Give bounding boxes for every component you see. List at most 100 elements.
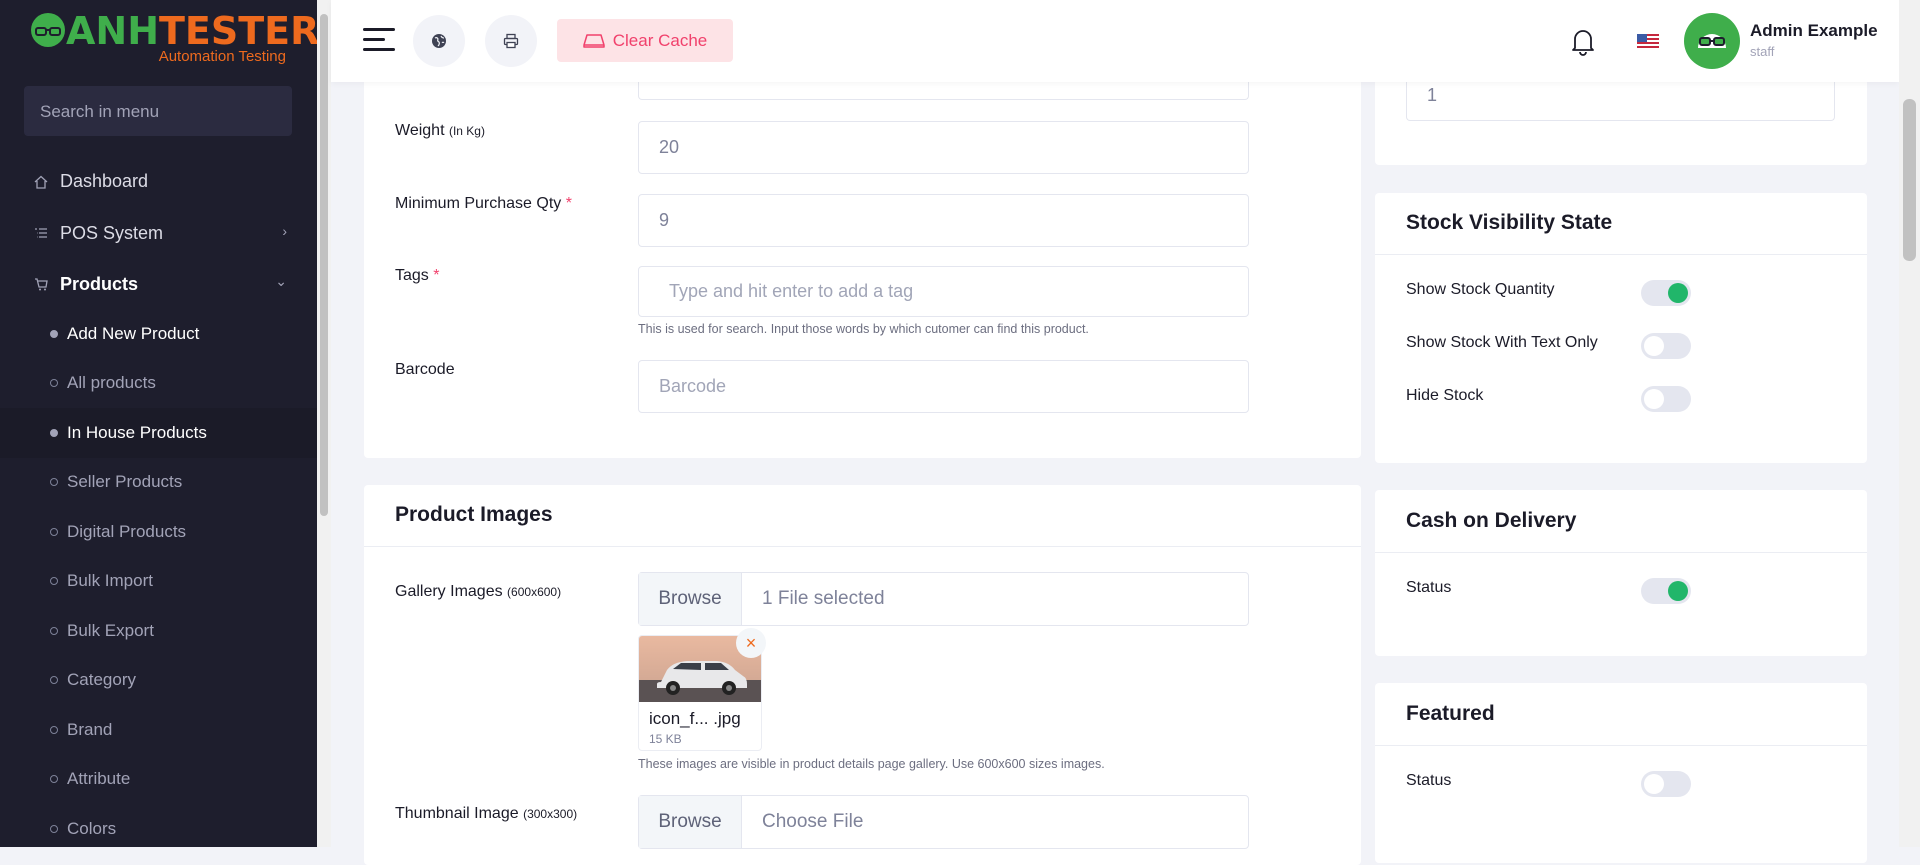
thumbnail-browse-button[interactable]: Browse [639, 796, 742, 848]
cart-icon [32, 275, 50, 293]
stock-visibility-title: Stock Visibility State [1406, 211, 1613, 234]
bullet-icon [50, 676, 58, 685]
sidebar-sub-label: Bulk Export [67, 620, 154, 640]
tags-label: Tags * [395, 267, 440, 284]
bell-icon[interactable] [1570, 26, 1596, 56]
glasses-avatar-icon [1698, 34, 1726, 48]
sidebar-sub-bulk-import[interactable]: Bulk Import [0, 557, 317, 607]
card-divider [364, 546, 1361, 547]
sidebar-sub-label: Digital Products [67, 521, 187, 541]
sidebar-sub-brand[interactable]: Brand [0, 705, 317, 755]
sidebar-sub-label: Category [67, 670, 136, 690]
sidebar-sub-all-products[interactable]: All products [0, 359, 317, 409]
gallery-hint: These images are visible in product deta… [638, 757, 1105, 771]
sidebar-sub-category[interactable]: Category [0, 656, 317, 706]
sidebar-sub-add-new-product[interactable]: Add New Product [0, 309, 317, 359]
sidebar-sub-label: Add New Product [67, 323, 200, 343]
tags-input[interactable]: Type and hit enter to add a tag [638, 266, 1249, 317]
sidebar-sub-label: In House Products [67, 422, 207, 442]
gallery-file-size: 15 KB [649, 732, 682, 746]
sidebar-sub-label: Bulk Import [67, 571, 153, 591]
list-icon [32, 224, 50, 242]
product-info-card: Weight (In Kg) 20 Minimum Purchase Qty *… [364, 60, 1361, 458]
sidebar-item-label: Products [60, 273, 139, 294]
barcode-label: Barcode [395, 361, 455, 378]
thumbnail-image-label: Thumbnail Image (300x300) [395, 805, 578, 822]
min-qty-input[interactable]: 9 [638, 194, 1249, 247]
chevron-right-icon: › [282, 223, 287, 239]
globe-button[interactable] [413, 15, 465, 67]
sidebar-menu: Dashboard POS System › Products ⌄ Add Ne… [0, 156, 317, 847]
brand-logo[interactable]: ANHTESTER Automation Testing [28, 8, 317, 68]
show-stock-text-toggle[interactable] [1641, 333, 1691, 359]
home-icon [32, 173, 50, 191]
featured-status-toggle[interactable] [1641, 771, 1691, 797]
featured-card: Featured Status [1375, 683, 1867, 863]
bullet-icon [50, 527, 58, 536]
remove-image-close-icon[interactable]: × [736, 628, 766, 658]
gallery-file-input[interactable]: Browse 1 File selected [638, 572, 1249, 626]
thumbnail-file-input[interactable]: Browse Choose File [638, 795, 1249, 849]
bullet-icon [50, 725, 58, 734]
card-divider [1375, 254, 1867, 255]
bullet-icon [50, 329, 58, 338]
weight-input[interactable]: 20 [638, 121, 1249, 174]
globe-icon [432, 34, 446, 48]
hide-stock-toggle[interactable] [1641, 386, 1691, 412]
sidebar-sub-bulk-export[interactable]: Bulk Export [0, 606, 317, 656]
thumbnail-file-status: Choose File [762, 811, 864, 832]
clear-cache-label: Clear Cache [612, 30, 708, 50]
show-stock-text-label: Show Stock With Text Only [1406, 334, 1598, 351]
bullet-icon [50, 775, 58, 784]
glasses-logo-icon [31, 13, 65, 47]
sidebar-sub-attribute[interactable]: Attribute [0, 755, 317, 805]
tags-hint: This is used for search. Input those wor… [638, 322, 1089, 336]
sidebar-sub-in-house-products[interactable]: In House Products [0, 408, 317, 458]
sidebar-sub-seller-products[interactable]: Seller Products [0, 458, 317, 508]
clear-cache-button[interactable]: Clear Cache [557, 19, 733, 62]
top-header: Clear Cache Admin Example staff [331, 0, 1899, 82]
chevron-down-icon: ⌄ [275, 273, 287, 289]
gallery-images-label: Gallery Images (600x600) [395, 583, 562, 600]
bullet-icon [50, 626, 58, 635]
bullet-icon [50, 478, 58, 487]
featured-title: Featured [1406, 702, 1495, 725]
cod-status-label: Status [1406, 579, 1452, 596]
sidebar: ANHTESTER Automation Testing Search in m… [0, 0, 317, 847]
menu-search-input[interactable]: Search in menu [24, 86, 292, 136]
sidebar-item-label: Dashboard [60, 171, 149, 191]
menu-toggle-icon[interactable] [363, 28, 395, 54]
page-scrollbar-thumb[interactable] [1903, 99, 1916, 261]
sidebar-item-pos-system[interactable]: POS System › [0, 207, 317, 259]
card-divider [1375, 552, 1867, 553]
sidebar-item-products[interactable]: Products ⌄ [0, 259, 317, 309]
show-stock-quantity-label: Show Stock Quantity [1406, 281, 1555, 298]
cod-status-toggle[interactable] [1641, 578, 1691, 604]
user-role: staff [1750, 44, 1775, 59]
stock-visibility-card: Stock Visibility State Show Stock Quanti… [1375, 193, 1867, 463]
sidebar-sub-label: Colors [67, 818, 117, 838]
logo-tagline: Automation Testing [158, 48, 286, 65]
gallery-file-status: 1 File selected [762, 588, 885, 609]
sidebar-sub-colors[interactable]: Colors [0, 804, 317, 847]
product-images-title: Product Images [395, 503, 553, 526]
barcode-input[interactable]: Barcode [638, 360, 1249, 413]
avatar[interactable] [1684, 13, 1740, 69]
gallery-browse-button[interactable]: Browse [639, 573, 742, 625]
user-name[interactable]: Admin Example [1750, 21, 1878, 41]
us-flag-icon[interactable] [1637, 34, 1659, 50]
cash-on-delivery-card: Cash on Delivery Status [1375, 490, 1867, 656]
sidebar-scrollbar-thumb[interactable] [320, 14, 328, 516]
gallery-file-name: icon_f... .jpg [649, 709, 741, 728]
sidebar-item-dashboard[interactable]: Dashboard [0, 156, 317, 207]
bullet-icon [50, 577, 58, 586]
eraser-icon [583, 33, 605, 48]
show-stock-quantity-toggle[interactable] [1641, 280, 1691, 306]
sidebar-sub-digital-products[interactable]: Digital Products [0, 507, 317, 557]
card-divider [1375, 745, 1867, 746]
sidebar-sub-label: All products [67, 373, 156, 393]
hide-stock-label: Hide Stock [1406, 387, 1484, 404]
printer-icon [503, 33, 519, 49]
weight-label: Weight (In Kg) [395, 122, 485, 139]
print-button[interactable] [485, 15, 537, 67]
